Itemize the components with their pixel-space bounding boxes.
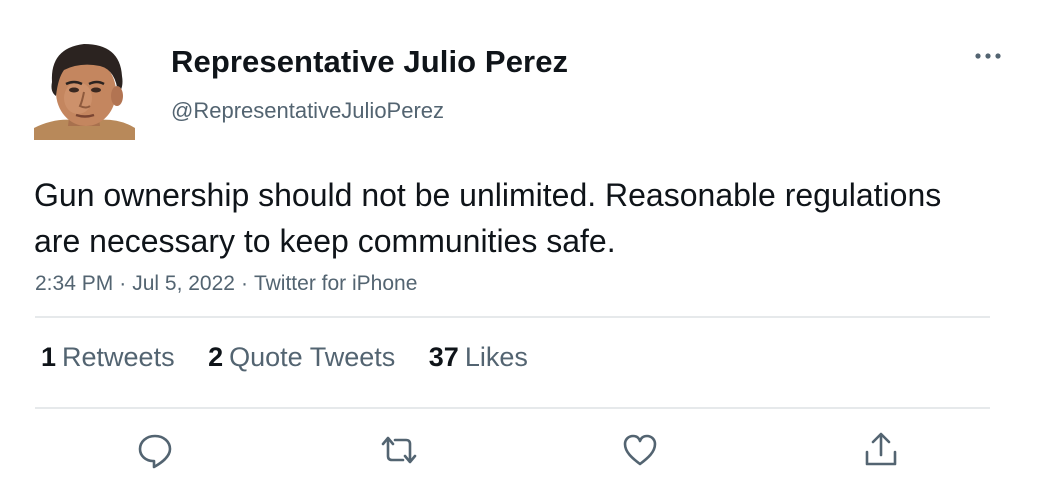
retweets-label: Retweets xyxy=(62,342,175,372)
heart-icon xyxy=(623,434,657,466)
like-button[interactable] xyxy=(618,428,662,472)
reply-icon xyxy=(138,434,172,469)
more-horizontal-icon xyxy=(975,53,1001,59)
meta-separator: · xyxy=(119,272,127,295)
tweet-date[interactable]: Jul 5, 2022 xyxy=(132,272,235,295)
share-icon xyxy=(865,432,897,466)
tweet-metadata: 2:34 PM · Jul 5, 2022 · Twitter for iPhone xyxy=(35,272,417,296)
quote-tweets-stat[interactable]: 2 Quote Tweets xyxy=(208,342,395,373)
tweet-time[interactable]: 2:34 PM xyxy=(35,272,113,295)
quote-tweets-label: Quote Tweets xyxy=(229,342,396,372)
retweets-count: 1 xyxy=(41,342,57,372)
action-bar xyxy=(0,428,1050,472)
retweet-button[interactable] xyxy=(377,428,421,472)
retweets-stat[interactable]: 1 Retweets xyxy=(41,342,175,373)
likes-count: 37 xyxy=(428,342,459,372)
display-name[interactable]: Representative Julio Perez xyxy=(171,44,568,80)
divider xyxy=(35,407,990,409)
tweet-source[interactable]: Twitter for iPhone xyxy=(254,272,417,295)
tweet-card: Representative Julio Perez @Representati… xyxy=(0,0,1050,480)
likes-stat[interactable]: 37 Likes xyxy=(429,342,528,373)
engagement-stats: 1 Retweets 2 Quote Tweets 37 Likes xyxy=(41,342,554,373)
avatar[interactable] xyxy=(34,40,135,140)
likes-label: Likes xyxy=(464,342,528,372)
reply-button[interactable] xyxy=(133,428,177,472)
divider xyxy=(35,316,990,318)
tweet-text: Gun ownership should not be unlimited. R… xyxy=(34,177,942,259)
user-handle[interactable]: @RepresentativeJulioPerez xyxy=(171,98,444,124)
quote-tweets-count: 2 xyxy=(208,342,224,372)
retweet-icon xyxy=(381,436,417,464)
share-button[interactable] xyxy=(859,428,903,472)
avatar-photo-image xyxy=(34,40,135,140)
meta-separator: · xyxy=(240,272,248,295)
more-options-button[interactable] xyxy=(970,40,1006,72)
